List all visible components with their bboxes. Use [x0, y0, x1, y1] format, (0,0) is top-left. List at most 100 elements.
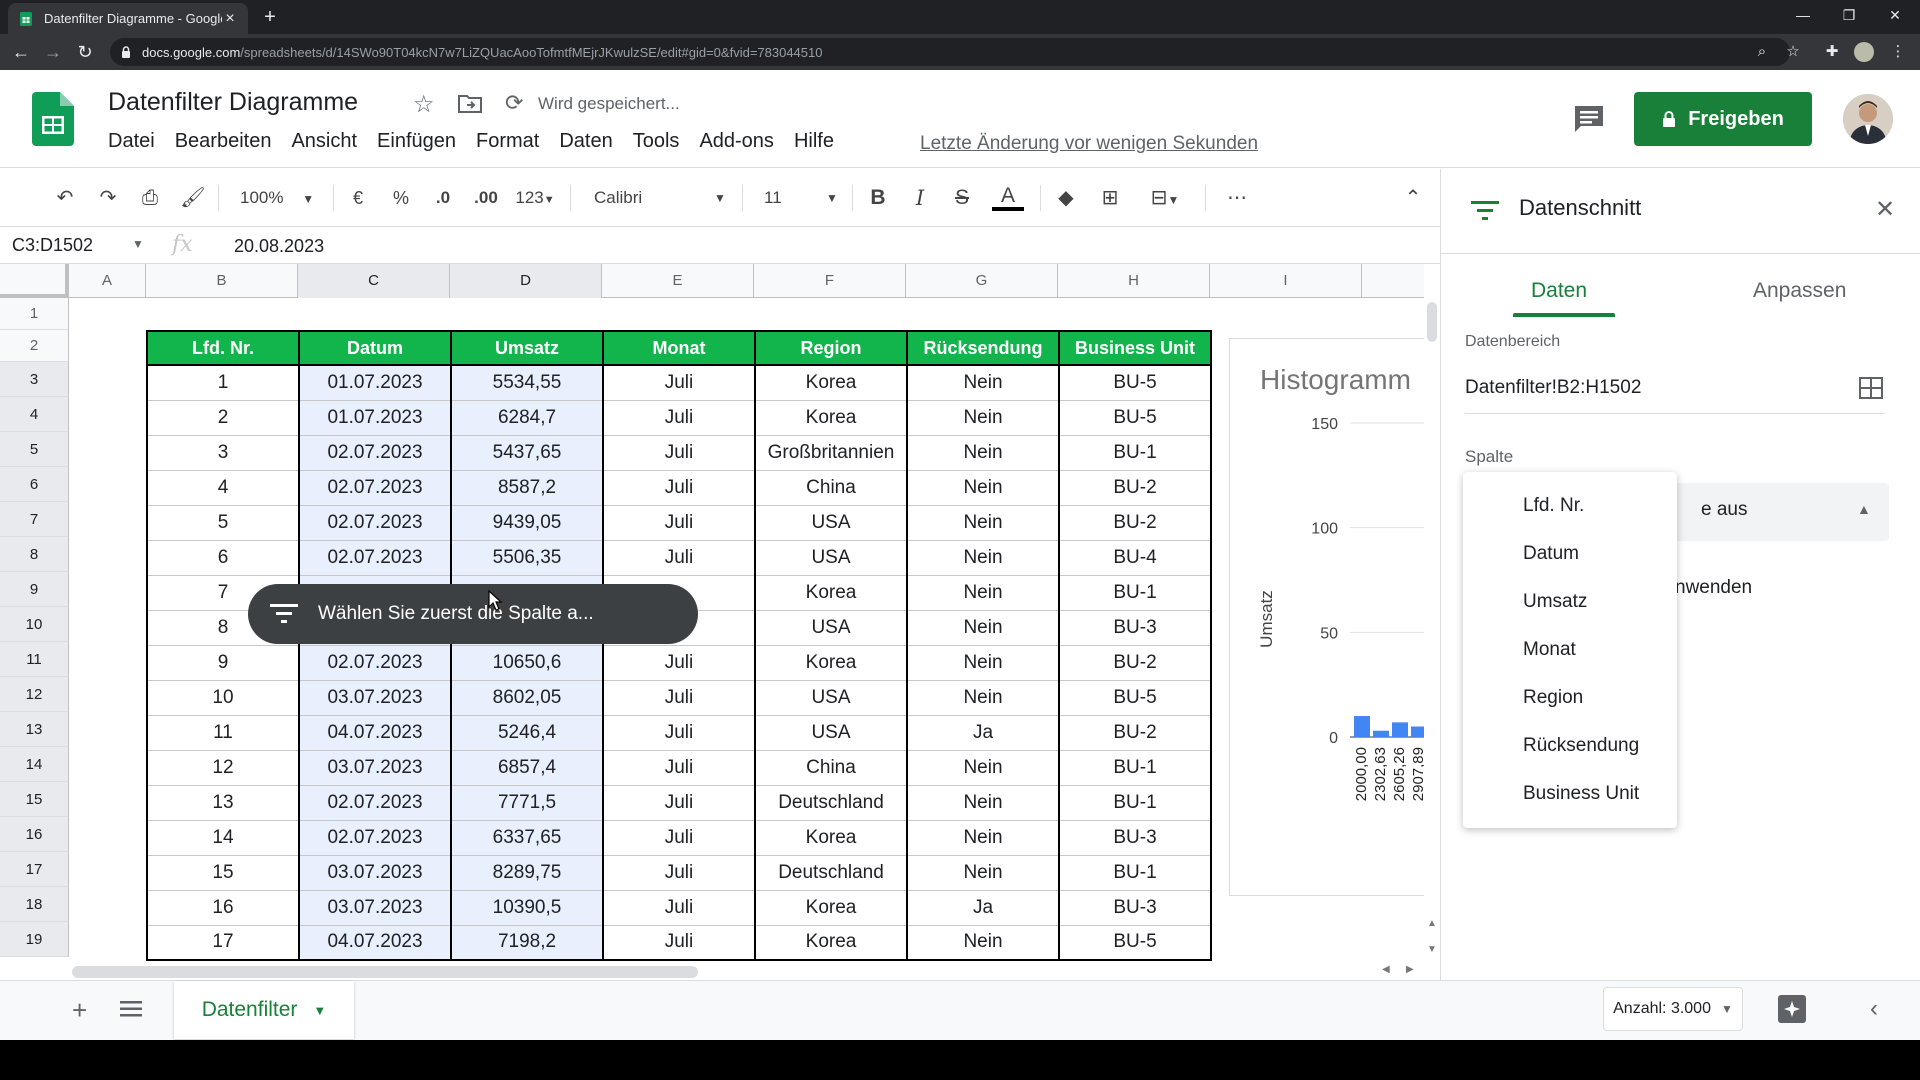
table-cell[interactable]: 02.07.2023	[298, 434, 452, 471]
share-button[interactable]: Freigeben	[1634, 92, 1812, 146]
new-tab-icon[interactable]: +	[258, 6, 282, 30]
row-header[interactable]: 8	[0, 537, 69, 572]
font-select[interactable]: Calibri ▼	[594, 185, 734, 211]
table-cell[interactable]: Juli	[602, 679, 756, 716]
table-cell[interactable]: Juli	[602, 749, 756, 786]
table-cell[interactable]: Juli	[602, 784, 756, 821]
table-cell[interactable]: BU-1	[1058, 784, 1212, 821]
row-header[interactable]: 10	[0, 607, 69, 642]
table-cell[interactable]: Nein	[906, 819, 1060, 856]
tab-daten[interactable]: Daten	[1531, 279, 1587, 303]
table-cell[interactable]: Nein	[906, 784, 1060, 821]
row-header[interactable]: 11	[0, 642, 69, 677]
table-cell[interactable]: Juli	[602, 889, 756, 926]
profile-icon[interactable]	[1854, 42, 1874, 62]
table-cell[interactable]: BU-3	[1058, 609, 1212, 646]
row-header[interactable]: 7	[0, 502, 69, 537]
table-cell[interactable]: 02.07.2023	[298, 644, 452, 681]
zoom-select[interactable]: 100% ▼	[240, 185, 320, 211]
undo-icon[interactable]: ↶	[50, 185, 80, 211]
table-cell[interactable]: 16	[146, 889, 300, 926]
table-header-cell[interactable]: Monat	[602, 330, 756, 366]
table-cell[interactable]: Juli	[602, 714, 756, 751]
row-header[interactable]: 2	[0, 330, 69, 362]
table-header-cell[interactable]: Region	[754, 330, 908, 366]
menu-bearbeiten[interactable]: Bearbeiten	[175, 130, 272, 153]
vertical-scroll-thumb[interactable]	[1427, 302, 1437, 342]
table-cell[interactable]: BU-2	[1058, 714, 1212, 751]
reload-icon[interactable]: ↻	[74, 41, 96, 63]
menu-tools[interactable]: Tools	[633, 130, 680, 153]
close-window-icon[interactable]: ✕	[1872, 0, 1918, 30]
table-cell[interactable]: 11	[146, 714, 300, 751]
scroll-left-icon[interactable]: ◀	[1382, 964, 1390, 975]
table-cell[interactable]: USA	[754, 609, 908, 646]
table-cell[interactable]: China	[754, 749, 908, 786]
table-cell[interactable]: 9	[146, 644, 300, 681]
menu-einfuegen[interactable]: Einfügen	[377, 130, 456, 153]
table-cell[interactable]: BU-2	[1058, 469, 1212, 506]
browser-tab[interactable]: Datenfilter Diagramme - Google ×	[8, 3, 248, 34]
table-cell[interactable]: 8602,05	[450, 679, 604, 716]
table-cell[interactable]: Juli	[602, 469, 756, 506]
table-cell[interactable]: 01.07.2023	[298, 364, 452, 401]
merge-cells-icon[interactable]: ⊟▼	[1140, 185, 1190, 211]
explore-icon[interactable]	[1776, 993, 1808, 1025]
table-cell[interactable]: Ja	[906, 714, 1060, 751]
table-header-cell[interactable]: Umsatz	[450, 330, 604, 366]
table-cell[interactable]: Nein	[906, 539, 1060, 576]
table-header-cell[interactable]: Datum	[298, 330, 452, 366]
table-cell[interactable]: BU-1	[1058, 749, 1212, 786]
table-cell[interactable]: BU-3	[1058, 889, 1212, 926]
table-cell[interactable]: BU-2	[1058, 644, 1212, 681]
table-cell[interactable]: 5534,55	[450, 364, 604, 401]
zoom-icon[interactable]: ⌕	[1752, 42, 1772, 62]
table-cell[interactable]: Juli	[602, 644, 756, 681]
table-cell[interactable]: 10	[146, 679, 300, 716]
column-header-g[interactable]: G	[906, 264, 1058, 298]
table-cell[interactable]: 2	[146, 399, 300, 436]
table-cell[interactable]: 6284,7	[450, 399, 604, 436]
table-cell[interactable]: 03.07.2023	[298, 854, 452, 891]
table-cell[interactable]: Juli	[602, 819, 756, 856]
minimize-icon[interactable]: —	[1780, 0, 1826, 30]
table-cell[interactable]: BU-5	[1058, 364, 1212, 401]
table-header-cell[interactable]: Rücksendung	[906, 330, 1060, 366]
table-cell[interactable]: 02.07.2023	[298, 819, 452, 856]
name-box[interactable]: C3:D1502	[12, 235, 93, 256]
table-cell[interactable]: 15	[146, 854, 300, 891]
table-cell[interactable]: 8289,75	[450, 854, 604, 891]
row-header[interactable]: 13	[0, 712, 69, 747]
table-cell[interactable]: Nein	[906, 679, 1060, 716]
table-cell[interactable]: 6	[146, 539, 300, 576]
table-header-cell[interactable]: Lfd. Nr.	[146, 330, 300, 366]
tab-anpassen[interactable]: Anpassen	[1753, 279, 1846, 303]
menu-hilfe[interactable]: Hilfe	[794, 130, 834, 153]
table-cell[interactable]: Juli	[602, 854, 756, 891]
dropdown-option-datum[interactable]: Datum	[1463, 530, 1677, 578]
print-icon[interactable]: ⎙	[135, 185, 165, 211]
strikethrough-button[interactable]: S	[950, 185, 974, 211]
currency-format-button[interactable]: €	[345, 185, 371, 211]
table-cell[interactable]: Nein	[906, 504, 1060, 541]
table-cell[interactable]: Juli	[602, 399, 756, 436]
dropdown-option-lfd-nr[interactable]: Lfd. Nr.	[1463, 482, 1677, 530]
table-cell[interactable]: 7771,5	[450, 784, 604, 821]
table-cell[interactable]: 01.07.2023	[298, 399, 452, 436]
table-cell[interactable]: BU-1	[1058, 434, 1212, 471]
url-field[interactable]: docs.google.com/spreadsheets/d/14SWo90T0…	[110, 38, 1790, 66]
table-cell[interactable]: 03.07.2023	[298, 889, 452, 926]
bookmark-star-icon[interactable]: ☆	[1783, 42, 1803, 62]
name-box-dropdown-icon[interactable]: ▼	[132, 237, 144, 251]
table-cell[interactable]: USA	[754, 539, 908, 576]
table-cell[interactable]: 6337,65	[450, 819, 604, 856]
dropdown-option-business-unit[interactable]: Business Unit	[1463, 770, 1677, 818]
row-header[interactable]: 19	[0, 922, 69, 957]
fill-color-icon[interactable]: ◆	[1052, 185, 1080, 211]
back-icon[interactable]: ←	[10, 41, 32, 63]
table-cell[interactable]: Korea	[754, 889, 908, 926]
row-header[interactable]: 16	[0, 817, 69, 852]
select-range-grid-icon[interactable]	[1859, 377, 1883, 399]
table-cell[interactable]: Großbritannien	[754, 434, 908, 471]
add-sheet-icon[interactable]: +	[72, 995, 87, 1026]
